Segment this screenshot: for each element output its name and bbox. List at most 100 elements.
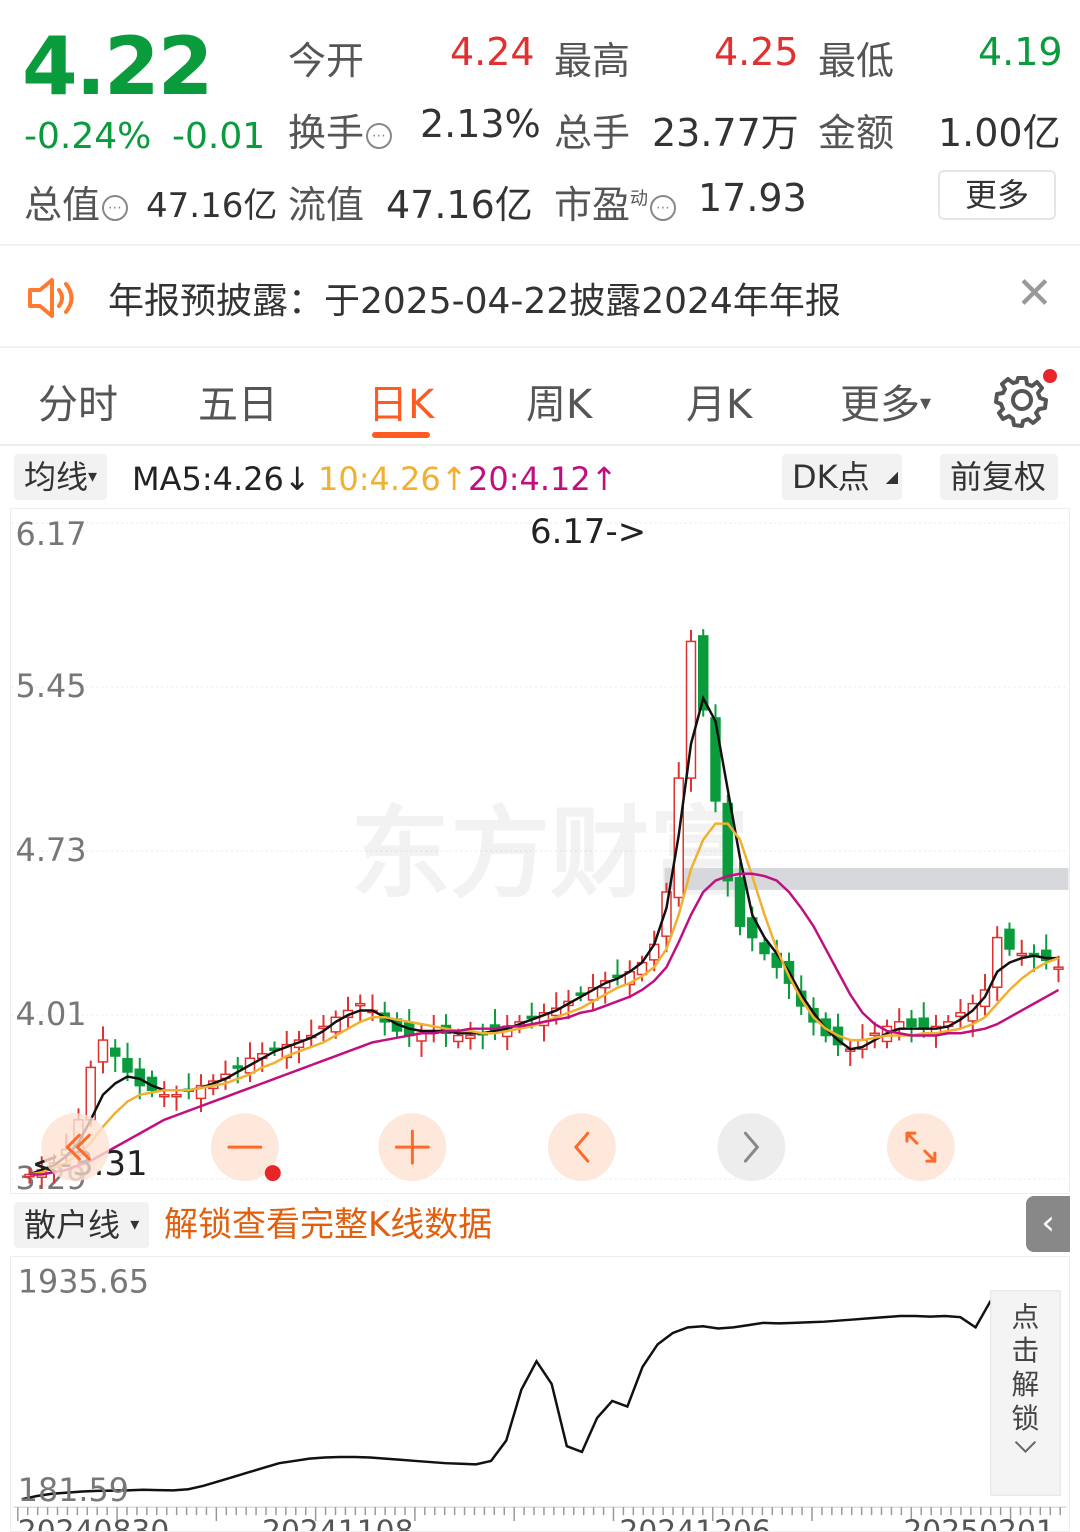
notification-dot <box>264 1165 281 1182</box>
turnover-value: 2.13% <box>420 102 541 146</box>
retail-line-chart[interactable]: 1935.65 181.59 20240830 20241108 20241206 202… <box>10 1256 1070 1532</box>
unlock-kline-link[interactable]: 解锁查看完整K线数据 <box>164 1202 492 1248</box>
candle-body <box>869 1032 880 1036</box>
candle-body <box>1053 966 1064 970</box>
expand-icon[interactable] <box>886 1113 955 1182</box>
tab-five-day[interactable]: 五日 <box>198 372 278 430</box>
candle-body <box>355 1002 366 1007</box>
more-quote-button[interactable]: 更多 <box>938 170 1056 220</box>
speaker-icon <box>28 278 74 318</box>
total-cap-value: 47.16亿 <box>146 186 278 226</box>
y-tick-label: 1935.65 <box>18 1265 149 1301</box>
y-tick-label: 4.73 <box>16 831 87 869</box>
candle-body <box>759 942 770 955</box>
chevron-double-left-icon[interactable] <box>41 1113 110 1182</box>
chevron-right-icon[interactable] <box>717 1113 786 1182</box>
high-label: 最高 <box>554 39 631 83</box>
ma5-line <box>29 695 1059 1176</box>
turnover-label[interactable]: 换手 ⋯ <box>288 102 393 157</box>
candle-body <box>710 717 721 802</box>
candle-body <box>722 802 733 882</box>
candle-body <box>453 1034 464 1043</box>
tab-more[interactable]: 更多▾ <box>840 372 931 430</box>
volume-label: 总手 <box>554 111 631 155</box>
candle-body <box>906 1018 917 1028</box>
candle-body <box>171 1094 182 1098</box>
candle-body <box>159 1094 170 1098</box>
chevron-left-icon[interactable] <box>547 1113 616 1182</box>
current-price: 4.22 <box>22 20 213 113</box>
ma10-value: 10:4.26↑ <box>318 460 468 498</box>
pe-dynamic-mark: 动 <box>630 188 649 210</box>
amount-value: 1.00亿 <box>938 111 1061 155</box>
float-cap-label: 流值 <box>288 183 365 227</box>
x-tick-label: 20241206 <box>619 1514 771 1532</box>
indicator-bar: 散户线 ▾ 解锁查看完整K线数据 ‹ <box>0 1196 1080 1254</box>
adjustment-selector[interactable]: 前复权 <box>940 454 1058 500</box>
period-tabs: 分时 五日 日K 周K 月K 更多▾ <box>0 350 1080 446</box>
control-button-bg <box>886 1113 955 1182</box>
tab-intraday[interactable]: 分时 <box>38 372 118 430</box>
side-unlock-char: 锁 <box>1012 1402 1040 1435</box>
dropdown-icon: ▾ <box>920 391 932 416</box>
tab-daily-k[interactable]: 日K <box>368 372 434 430</box>
quote-header: 4.22 -0.24% -0.01 今开 4.24 最高 4.25 最低 4.1… <box>0 0 1080 244</box>
info-icon[interactable]: ⋯ <box>102 195 129 221</box>
float-cap-value: 47.16亿 <box>386 183 533 227</box>
y-tick-label: 4.01 <box>16 995 87 1033</box>
side-unlock-char: 解 <box>1012 1368 1040 1401</box>
candle-body <box>1016 952 1027 957</box>
ma5-value: MA5:4.26↓ <box>132 460 311 498</box>
pe-value: 17.93 <box>698 176 807 220</box>
candlestick-chart[interactable]: 6.175.454.734.013.29东方财富6.17-><-3.31 <box>10 508 1070 1194</box>
candle-body <box>232 1065 243 1069</box>
candle-body <box>1004 928 1015 950</box>
open-value: 4.24 <box>450 30 535 74</box>
ma-indicator-bar: 均线▾ MA5:4.26↓ 10:4.26↑ 20:4.12↑ DK点 ◢ 前复权 <box>0 448 1080 506</box>
indicator-selector[interactable]: 散户线 ▾ <box>14 1202 150 1248</box>
plus-icon[interactable] <box>378 1113 447 1182</box>
gear-icon[interactable] <box>994 368 1058 428</box>
info-icon[interactable]: ⋯ <box>366 123 393 149</box>
x-tick-label: 20241108 <box>262 1514 414 1532</box>
candle-body <box>734 877 746 927</box>
x-tick-label: 20250201 <box>903 1514 1055 1532</box>
y-tick-label: 181.59 <box>18 1473 129 1509</box>
pe-label[interactable]: 市盈动 ⋯ <box>554 174 677 229</box>
volume-value: 23.77万 <box>652 111 799 155</box>
total-cap-label[interactable]: 总值 ⋯ <box>24 174 129 229</box>
candle-body <box>97 1039 109 1063</box>
y-tick-label: 5.45 <box>16 667 87 705</box>
low-label: 最低 <box>818 39 895 83</box>
tab-monthly-k[interactable]: 月K <box>686 372 752 430</box>
control-button-bg <box>547 1113 616 1182</box>
amount-label: 金额 <box>818 111 895 155</box>
change-percent: -0.24% <box>24 116 152 157</box>
announcement-banner[interactable]: 年报预披露：于2025-04-22披露2024年年报 ✕ <box>0 244 1080 348</box>
candle-body <box>918 1017 929 1030</box>
open-label: 今开 <box>288 39 365 83</box>
low-value: 4.19 <box>978 30 1063 74</box>
candle-body <box>110 1047 121 1057</box>
candle-body <box>122 1058 133 1073</box>
candle-body <box>685 640 697 779</box>
close-icon[interactable]: ✕ <box>1016 272 1053 316</box>
control-button-bg <box>717 1113 786 1182</box>
dk-point-selector[interactable]: DK点 ◢ <box>782 454 902 500</box>
candle-body <box>465 1034 476 1040</box>
watermark: 东方财富 <box>351 795 750 912</box>
ma20-value: 20:4.12↑ <box>468 460 618 498</box>
info-icon[interactable]: ⋯ <box>650 195 677 221</box>
collapse-panel-button[interactable]: ‹ <box>1026 1196 1070 1252</box>
y-tick-label: 6.17 <box>16 515 87 553</box>
side-unlock-char: 点 <box>1012 1300 1040 1333</box>
announcement-text[interactable]: 年报预披露：于2025-04-22披露2024年年报 <box>108 272 841 324</box>
side-unlock-button[interactable]: 点击解锁 <box>990 1290 1061 1496</box>
tab-weekly-k[interactable]: 周K <box>526 372 592 430</box>
x-tick-label: 20240830 <box>18 1514 170 1532</box>
candle-body <box>649 943 660 961</box>
max-marker: 6.17-> <box>530 512 646 551</box>
high-value: 4.25 <box>714 30 799 74</box>
ma-selector[interactable]: 均线▾ <box>14 454 108 500</box>
change-amount: -0.01 <box>172 116 266 157</box>
